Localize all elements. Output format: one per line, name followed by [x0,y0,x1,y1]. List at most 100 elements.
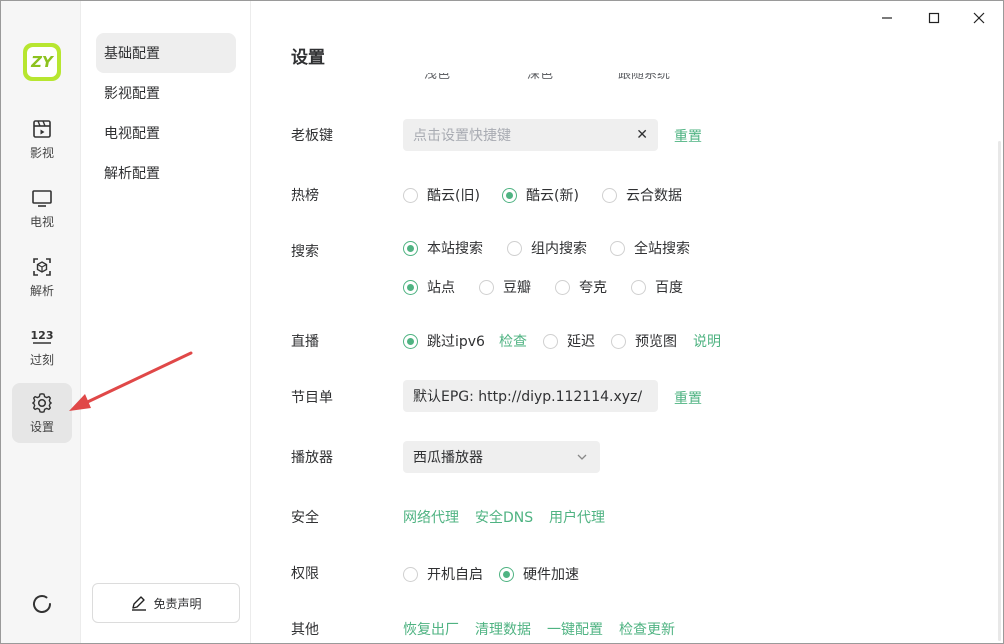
scrollbar[interactable] [998,141,1001,641]
permission-autostart[interactable]: 开机自启 [403,564,483,584]
disclaimer-button[interactable]: 免责声明 [92,583,240,623]
label-epg: 节目单 [291,390,333,406]
nav-rail: ZY 影视 电视 解析 123 过刻 设置 [1,1,81,643]
radio-dot [499,566,514,582]
radio-dot [479,279,494,295]
logo-text: ZY [27,47,57,77]
number-123-icon: 123 [31,329,54,344]
submenu-item-basic[interactable]: 基础配置 [96,33,236,73]
theme-option-dark[interactable]: 深色 [527,73,553,86]
search-source-quark[interactable]: 夸克 [555,277,607,297]
rail-item-label: 解析 [29,284,54,298]
other-reset-factory-link[interactable]: 恢复出厂 [403,619,459,639]
rail-item-parse[interactable]: 解析 [12,247,72,307]
label-live: 直播 [291,334,319,350]
parse-icon [33,258,51,276]
search-source-douban[interactable]: 豆瓣 [479,277,531,297]
radio-dot [403,279,418,295]
radio-label: 酷云(旧) [427,188,480,204]
sign-pen-icon [132,596,147,611]
security-dns-link[interactable]: 安全DNS [475,507,533,527]
settings-submenu: 基础配置 影视配置 电视配置 解析配置 免责声明 [82,1,251,643]
film-icon [33,120,51,138]
rail-item-label: 电视 [29,215,54,229]
radio-label: 夸克 [579,280,607,296]
live-preview[interactable]: 预览图 [611,331,677,351]
other-clear-data-link[interactable]: 清理数据 [475,619,531,639]
radio-label: 硬件加速 [523,567,579,583]
rail-item-label: 设置 [29,420,54,434]
radio-dot [507,240,522,256]
radio-label: 云合数据 [626,188,682,204]
boss-key-input[interactable]: 点击设置快捷键 ✕ [403,119,658,151]
radio-label: 组内搜索 [531,241,587,257]
hot-option-kuyun-old[interactable]: 酷云(旧) [403,185,480,205]
radio-dot [403,240,418,256]
security-useragent-link[interactable]: 用户代理 [549,507,605,527]
boss-key-placeholder: 点击设置快捷键 [413,128,511,144]
theme-option-system[interactable]: 跟随系统 [618,73,670,86]
tv-icon [32,190,52,207]
radio-label: 延迟 [567,334,595,350]
submenu-item-film[interactable]: 影视配置 [96,73,236,113]
radio-dot [602,187,617,203]
label-hot: 热榜 [291,188,319,204]
player-value: 西瓜播放器 [413,450,483,466]
hot-option-yunhe[interactable]: 云合数据 [602,185,682,205]
disclaimer-label: 免责声明 [153,596,202,611]
hot-option-kuyun-new[interactable]: 酷云(新) [502,185,579,205]
radio-dot [543,333,558,349]
theme-option-light[interactable]: 浅色 [424,73,450,86]
radio-dot [403,566,418,582]
rail-item-film[interactable]: 影视 [12,109,72,169]
label-search: 搜索 [291,244,319,260]
other-check-update-link[interactable]: 检查更新 [619,619,675,639]
player-select[interactable]: 西瓜播放器 [403,441,600,473]
live-check-link[interactable]: 检查 [499,331,527,351]
page-title: 设置 [291,48,325,68]
submenu-item-parse[interactable]: 解析配置 [96,153,236,193]
epg-reset-link[interactable]: 重置 [674,388,702,408]
submenu-item-tv[interactable]: 电视配置 [96,113,236,153]
radio-dot [403,333,418,349]
rail-item-tv[interactable]: 电视 [12,178,72,238]
label-boss-key: 老板键 [291,128,333,144]
svg-text:123: 123 [31,329,54,342]
label-permission: 权限 [291,566,319,582]
chevron-down-icon [577,454,587,460]
boss-key-reset-link[interactable]: 重置 [674,126,702,146]
epg-input[interactable]: 默认EPG: http://diyp.112114.xyz/ [403,380,658,412]
label-security: 安全 [291,510,319,526]
radio-dot [502,187,517,203]
radio-label: 全站搜索 [634,241,690,257]
search-scope-site[interactable]: 本站搜索 [403,238,483,258]
clear-icon[interactable]: ✕ [636,127,648,143]
other-one-click-config-link[interactable]: 一键配置 [547,619,603,639]
live-delay[interactable]: 延迟 [543,331,595,351]
live-explain-link[interactable]: 说明 [693,331,721,351]
live-skip-ipv6[interactable]: 跳过ipv6 [403,331,485,351]
rail-item-label: 过刻 [29,353,54,367]
radio-label: 预览图 [635,334,677,350]
radio-dot [403,187,418,203]
radio-dot [555,279,570,295]
label-other: 其他 [291,622,319,638]
permission-hw-accel[interactable]: 硬件加速 [499,564,579,584]
gear-icon [32,393,52,413]
rail-item-label: 影视 [29,146,54,160]
radio-label: 本站搜索 [427,241,483,257]
security-proxy-link[interactable]: 网络代理 [403,507,459,527]
radio-label: 站点 [427,280,455,296]
radio-label: 酷云(新) [526,188,579,204]
refresh-icon[interactable] [29,591,55,617]
label-player: 播放器 [291,450,333,466]
search-source-baidu[interactable]: 百度 [631,277,683,297]
radio-label: 百度 [655,280,683,296]
settings-main: 设置 浅色 深色 跟随系统 老板键 点击设置快捷键 ✕ 重置 热榜 酷云(旧) … [252,1,1003,643]
radio-label: 豆瓣 [503,280,531,296]
radio-dot [611,333,626,349]
search-source-site[interactable]: 站点 [403,277,455,297]
search-scope-group[interactable]: 组内搜索 [507,238,587,258]
radio-label: 开机自启 [427,567,483,583]
search-scope-all[interactable]: 全站搜索 [610,238,690,258]
